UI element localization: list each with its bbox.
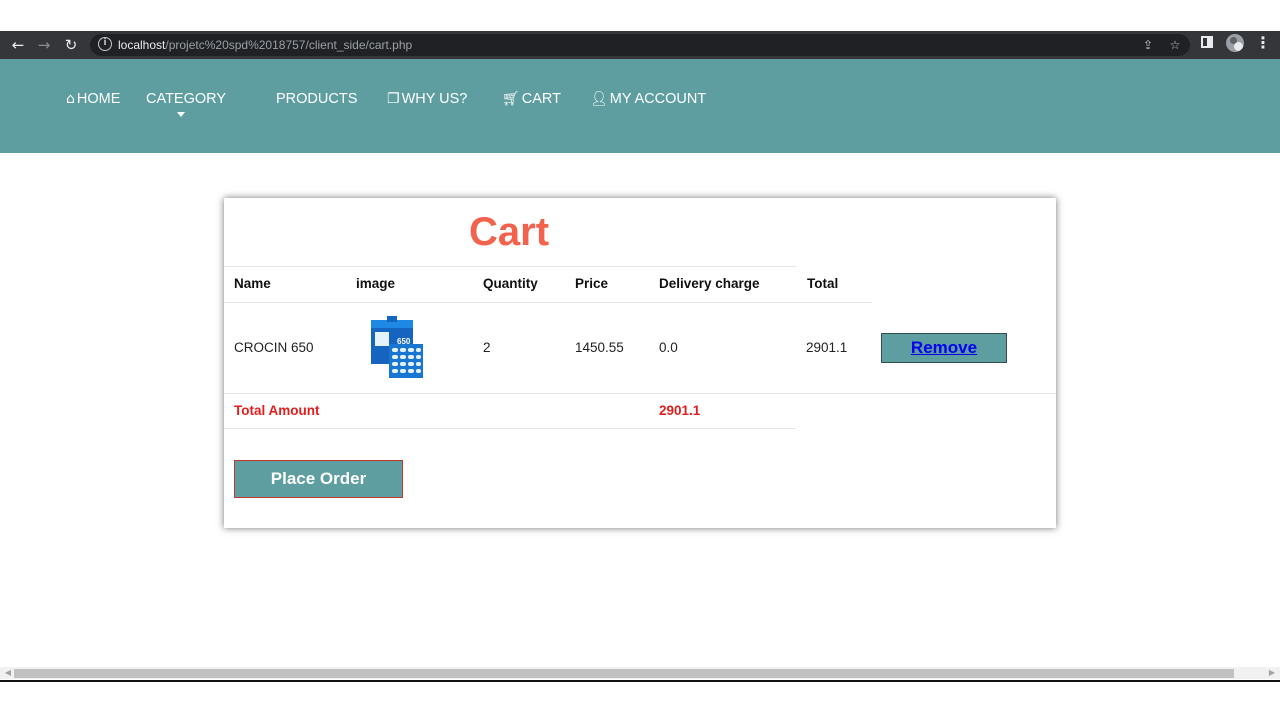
side-panel-icon[interactable]: [1201, 36, 1213, 48]
nav-products[interactable]: PRODUCTS: [276, 90, 357, 108]
url-path: /projetc%20spd%2018757/client_side/cart.…: [165, 38, 413, 52]
page-title: Cart: [469, 210, 550, 254]
arrow-right-icon[interactable]: →: [34, 35, 54, 55]
nav-why-us-label: WHY US?: [401, 91, 468, 107]
cell-product-name: CROCIN 650: [234, 340, 314, 355]
cell-price: 1450.55: [575, 340, 624, 355]
total-amount-label: Total Amount: [234, 403, 320, 418]
url-text[interactable]: localhost/projetc%20spd%2018757/client_s…: [118, 38, 412, 52]
nav-category[interactable]: CATEGORY: [146, 90, 226, 108]
star-icon[interactable]: ☆: [1167, 37, 1183, 53]
nav-cart-label: CART: [521, 91, 561, 107]
nav-home[interactable]: ⌂ HOME: [66, 90, 120, 108]
arrow-left-icon[interactable]: ←: [8, 35, 28, 55]
reload-icon[interactable]: ↻: [61, 35, 81, 55]
column-header-image: image: [356, 276, 396, 291]
scroll-right-icon[interactable]: ▶: [1266, 667, 1278, 679]
remove-button[interactable]: Remove: [881, 333, 1007, 363]
column-header-total: Total: [807, 276, 839, 291]
scrollbar-thumb[interactable]: [14, 669, 1234, 678]
nav-my-account-label: MY ACCOUNT: [609, 91, 707, 107]
share-icon[interactable]: ⇪: [1140, 37, 1156, 53]
menu-dots-icon[interactable]: ⋮: [1255, 33, 1271, 53]
column-header-price: Price: [575, 276, 609, 291]
caret-down-icon[interactable]: [177, 112, 185, 117]
nav-my-account[interactable]: 👤︎ MY ACCOUNT: [590, 90, 706, 108]
nav-category-label: CATEGORY: [146, 91, 227, 107]
column-header-delivery-charge: Delivery charge: [659, 276, 760, 291]
nav-cart[interactable]: 🛒︎ CART: [502, 90, 561, 108]
user-icon: 👤︎: [590, 91, 608, 107]
url-host: localhost: [118, 38, 166, 52]
scroll-left-icon[interactable]: ◀: [2, 667, 14, 679]
address-bar[interactable]: i localhost/projetc%20spd%2018757/client…: [90, 34, 1190, 56]
profile-avatar-icon[interactable]: [1226, 34, 1244, 52]
place-order-button[interactable]: Place Order: [234, 460, 403, 498]
nav-products-label: PRODUCTS: [276, 91, 358, 107]
browser-toolbar: ← → ↻ i localhost/projetc%20spd%2018757/…: [0, 31, 1280, 59]
site-navbar: ⌂ HOME CATEGORY PRODUCTS ❐ WHY US? 🛒︎ CA…: [0, 59, 1280, 153]
copy-icon: ❐: [387, 91, 400, 107]
column-header-quantity: Quantity: [483, 276, 538, 291]
divider: [224, 302, 872, 303]
home-icon: ⌂: [66, 91, 75, 107]
cell-total: 2901.1: [806, 340, 848, 355]
site-info-icon[interactable]: i: [98, 37, 112, 51]
cell-delivery-charge: 0.0: [659, 340, 678, 355]
divider: [224, 266, 796, 267]
nav-why-us[interactable]: ❐ WHY US?: [387, 90, 467, 108]
column-header-name: Name: [234, 276, 271, 291]
cart-panel: Cart Name image Quantity Price Delivery …: [224, 198, 1056, 528]
nav-home-label: HOME: [76, 91, 121, 107]
window-top-strip: [0, 0, 1280, 31]
horizontal-scrollbar[interactable]: ◀ ▶: [0, 667, 1280, 679]
cart-icon: 🛒︎: [502, 91, 520, 107]
window-bottom-border: [0, 680, 1280, 682]
divider: [224, 428, 796, 429]
cell-quantity: 2: [483, 340, 491, 355]
total-amount-value: 2901.1: [659, 403, 701, 418]
divider: [224, 393, 1056, 394]
product-image: 650: [371, 316, 423, 378]
